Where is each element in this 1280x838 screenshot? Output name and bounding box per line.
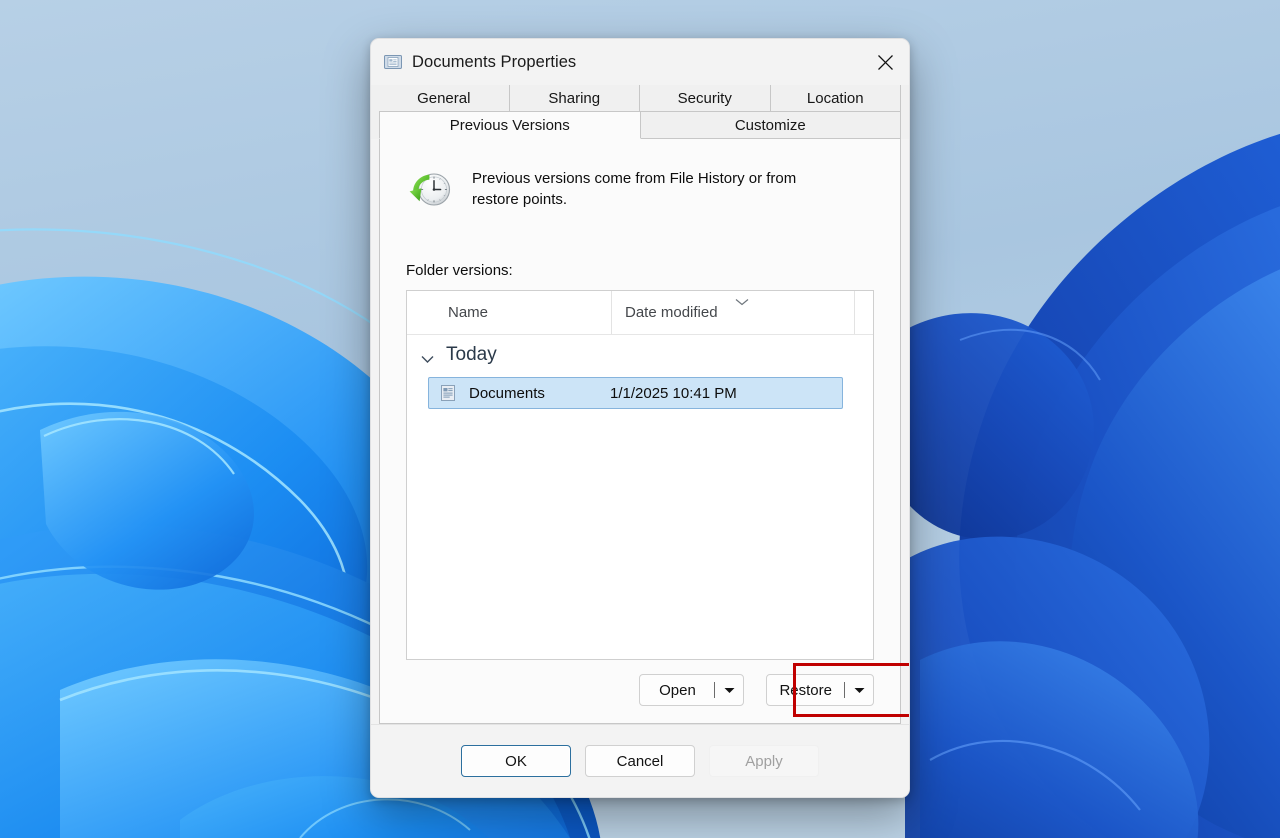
close-icon[interactable] <box>862 39 909 85</box>
open-split-button[interactable]: Open <box>639 674 745 706</box>
tab-customize[interactable]: Customize <box>640 112 901 139</box>
column-header-name[interactable]: Name <box>407 291 611 334</box>
document-file-icon <box>438 383 458 403</box>
open-label: Open <box>659 681 696 699</box>
ok-button[interactable]: OK <box>461 745 571 777</box>
restore-dropdown-caret-down-icon[interactable] <box>845 675 873 705</box>
folder-versions-listview[interactable]: Name Date modified Today Documents 1/1/2… <box>406 290 874 660</box>
folder-versions-label: Folder versions: <box>406 262 513 279</box>
cancel-label: Cancel <box>616 752 664 770</box>
group-label: Today <box>446 344 497 365</box>
open-button[interactable]: Open <box>640 675 714 705</box>
tab-general[interactable]: General <box>379 85 510 112</box>
restore-clock-icon <box>406 166 454 214</box>
restore-label: Restore <box>779 681 832 699</box>
restore-button[interactable]: Restore <box>767 675 844 705</box>
info-text: Previous versions come from File History… <box>472 170 797 209</box>
tab-previous-versions[interactable]: Previous Versions <box>379 112 641 139</box>
column-header-spacer <box>854 291 873 334</box>
list-header: Name Date modified <box>407 291 873 335</box>
documents-properties-dialog: Documents Properties General Sharing Sec… <box>370 38 910 798</box>
tab-label: General <box>417 89 471 107</box>
tab-sharing[interactable]: Sharing <box>509 85 640 112</box>
tab-location[interactable]: Location <box>770 85 901 112</box>
chevron-up-sort-icon <box>735 293 749 306</box>
column-header-date-modified[interactable]: Date modified <box>611 291 854 334</box>
restore-split-button[interactable]: Restore <box>766 674 874 706</box>
group-header-today[interactable]: Today <box>407 335 873 375</box>
dialog-footer: OK Cancel Apply <box>371 724 909 797</box>
tab-label: Customize <box>734 116 806 134</box>
tab-label: Location <box>806 89 864 107</box>
tab-row-1: General Sharing Security Location <box>379 85 901 112</box>
tab-strip: General Sharing Security Location Previo… <box>371 85 909 139</box>
previous-versions-panel: Previous versions come from File History… <box>379 139 909 724</box>
apply-label: Apply <box>745 752 783 770</box>
open-dropdown-caret-down-icon[interactable] <box>715 675 743 705</box>
documents-folder-icon <box>383 52 403 72</box>
ok-label: OK <box>505 752 527 770</box>
info-block: Previous versions come from File History… <box>406 165 874 214</box>
cancel-button[interactable]: Cancel <box>585 745 695 777</box>
chevron-down-icon[interactable] <box>421 351 434 363</box>
apply-button: Apply <box>709 745 819 777</box>
tab-row-2: Previous Versions Customize <box>379 112 901 139</box>
tab-security[interactable]: Security <box>640 85 771 112</box>
tab-label: Sharing <box>548 89 601 107</box>
action-buttons-row: Open Restore <box>406 663 909 717</box>
window-title: Documents Properties <box>412 52 577 71</box>
item-date-modified: 1/1/2025 10:41 PM <box>610 384 737 402</box>
tab-label: Security <box>677 89 732 107</box>
title-bar: Documents Properties <box>371 39 909 85</box>
list-item[interactable]: Documents 1/1/2025 10:41 PM <box>428 377 843 409</box>
column-label: Name <box>448 304 489 321</box>
item-name: Documents <box>469 384 545 402</box>
tab-label: Previous Versions <box>449 116 570 134</box>
column-label: Date modified <box>625 304 718 321</box>
